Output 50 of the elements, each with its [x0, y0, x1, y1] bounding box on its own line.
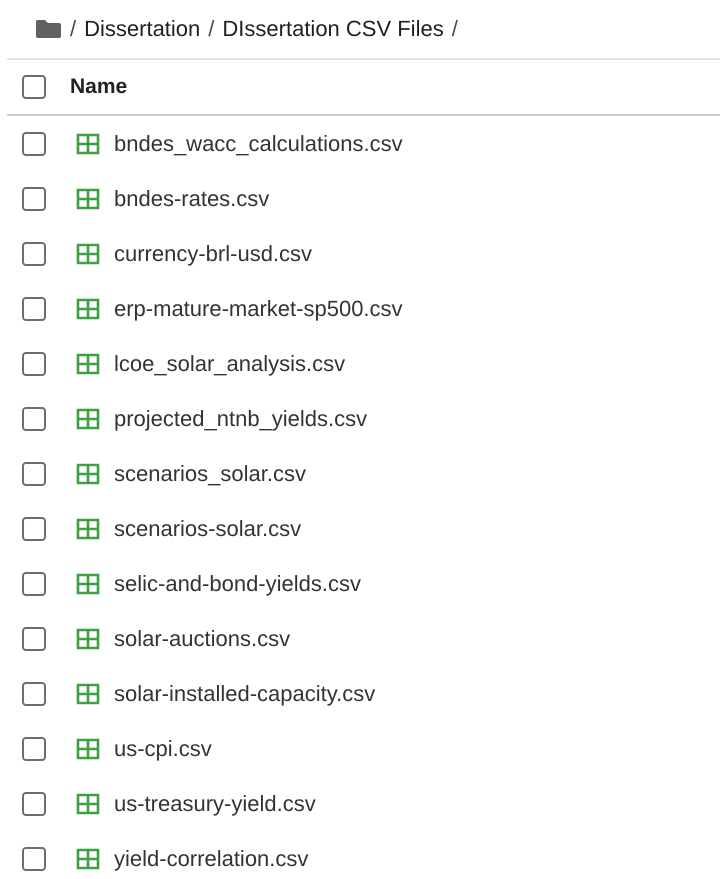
spreadsheet-icon — [76, 848, 100, 870]
spreadsheet-icon — [76, 408, 100, 430]
name-column-header[interactable]: Name — [70, 75, 128, 99]
spreadsheet-icon — [76, 518, 100, 540]
spreadsheet-icon — [76, 132, 100, 154]
file-name[interactable]: solar-auctions.csv — [114, 626, 290, 652]
breadcrumb-separator: / — [452, 16, 458, 42]
file-name[interactable]: bndes-rates.csv — [114, 186, 270, 212]
file-name[interactable]: currency-brl-usd.csv — [114, 240, 312, 266]
spreadsheet-icon — [76, 628, 100, 650]
checkbox[interactable] — [22, 626, 46, 650]
file-name[interactable]: selic-and-bond-yields.csv — [114, 570, 361, 596]
file-name[interactable]: scenarios-solar.csv — [114, 516, 302, 542]
checkbox[interactable] — [22, 792, 46, 816]
file-name[interactable]: lcoe_solar_analysis.csv — [114, 350, 346, 376]
spreadsheet-icon — [76, 572, 100, 594]
file-name[interactable]: bndes_wacc_calculations.csv — [114, 130, 403, 156]
file-name[interactable]: scenarios_solar.csv — [114, 460, 306, 486]
spreadsheet-icon — [76, 738, 100, 760]
file-name[interactable]: us-cpi.csv — [114, 736, 212, 762]
checkbox[interactable] — [22, 682, 46, 706]
breadcrumb-separator: / — [70, 16, 76, 42]
file-name[interactable]: solar-installed-capacity.csv — [114, 680, 376, 706]
checkbox[interactable] — [22, 736, 46, 760]
checkbox[interactable] — [22, 296, 46, 320]
file-name[interactable]: yield-correlation.csv — [114, 846, 308, 872]
checkbox[interactable] — [22, 516, 46, 540]
file-name[interactable]: us-treasury-yield.csv — [114, 790, 316, 816]
checkbox[interactable] — [22, 462, 46, 486]
checkbox[interactable] — [22, 186, 46, 210]
spreadsheet-icon — [76, 462, 100, 484]
spreadsheet-icon — [76, 188, 100, 210]
spreadsheet-icon — [76, 298, 100, 320]
folder-icon[interactable] — [35, 19, 62, 39]
checkbox[interactable] — [22, 242, 46, 266]
file-name[interactable]: erp-mature-market-sp500.csv — [114, 296, 403, 322]
spreadsheet-icon — [76, 792, 100, 814]
checkbox[interactable] — [22, 352, 46, 376]
breadcrumb-link[interactable]: DIssertation CSV Files — [222, 16, 444, 42]
checkbox[interactable] — [22, 572, 46, 596]
spreadsheet-icon — [76, 352, 100, 374]
file-name[interactable]: projected_ntnb_yields.csv — [114, 406, 368, 432]
checkbox[interactable] — [22, 846, 46, 870]
checkbox[interactable] — [22, 75, 46, 99]
checkbox[interactable] — [22, 406, 46, 430]
spreadsheet-icon — [76, 682, 100, 704]
checkbox[interactable] — [22, 132, 46, 156]
breadcrumb-link[interactable]: Dissertation — [84, 16, 200, 42]
breadcrumb-separator: / — [208, 16, 214, 42]
spreadsheet-icon — [76, 242, 100, 264]
